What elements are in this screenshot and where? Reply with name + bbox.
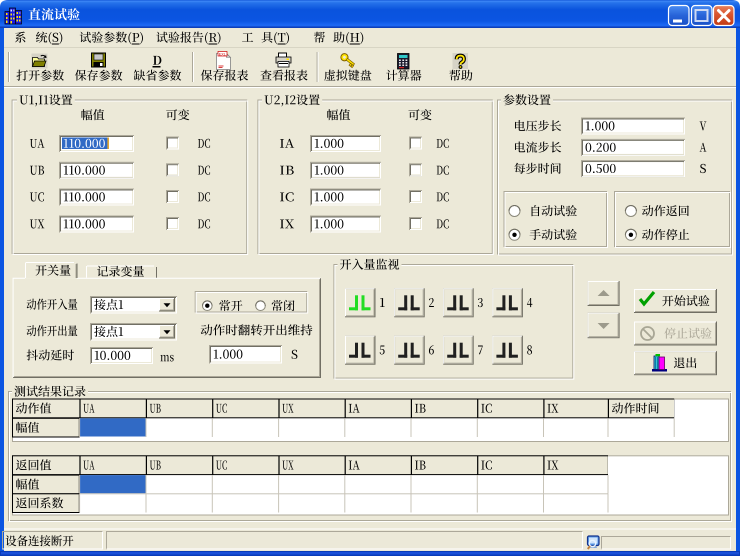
svg-text:EXL: EXL bbox=[219, 52, 226, 56]
